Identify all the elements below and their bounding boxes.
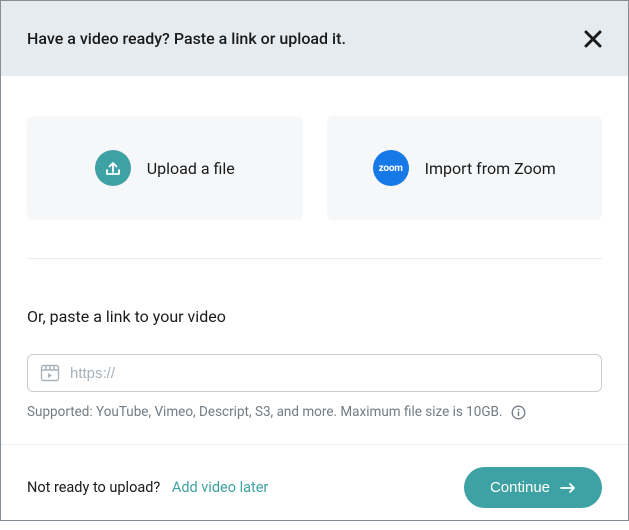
modal-footer: Not ready to upload? Add video later Con…: [1, 444, 628, 530]
upload-options-row: Upload a file zoom Import from Zoom: [27, 116, 602, 220]
zoom-icon: zoom: [373, 150, 409, 186]
close-button[interactable]: [584, 30, 602, 48]
info-icon[interactable]: [511, 405, 526, 420]
modal-title: Have a video ready? Paste a link or uplo…: [27, 29, 346, 48]
video-url-input[interactable]: [70, 365, 589, 382]
footer-prompt: Not ready to upload? Add video later: [27, 479, 268, 496]
modal-header: Have a video ready? Paste a link or uplo…: [1, 1, 628, 76]
upload-icon: [95, 150, 131, 186]
continue-button[interactable]: Continue: [464, 467, 602, 508]
supported-sources-text: Supported: YouTube, Vimeo, Descript, S3,…: [27, 404, 602, 420]
upload-file-card[interactable]: Upload a file: [27, 116, 303, 220]
arrow-right-icon: [560, 482, 576, 494]
add-video-later-link[interactable]: Add video later: [172, 479, 268, 496]
import-zoom-label: Import from Zoom: [425, 159, 556, 178]
video-url-input-wrapper[interactable]: [27, 354, 602, 392]
upload-file-label: Upload a file: [147, 159, 235, 178]
close-icon: [584, 30, 602, 48]
import-zoom-card[interactable]: zoom Import from Zoom: [327, 116, 603, 220]
paste-link-label: Or, paste a link to your video: [27, 307, 602, 326]
video-link-icon: [40, 364, 60, 382]
section-divider: [27, 258, 602, 259]
upload-video-modal: Have a video ready? Paste a link or uplo…: [0, 0, 629, 521]
modal-body: Upload a file zoom Import from Zoom Or, …: [1, 76, 628, 444]
